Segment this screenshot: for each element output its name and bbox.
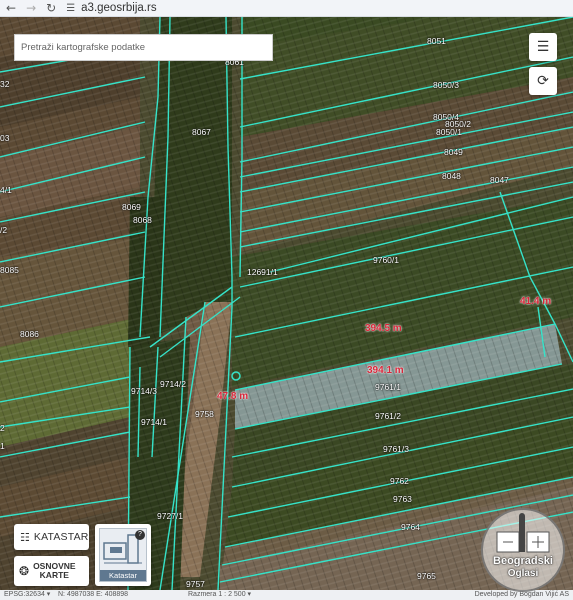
measurement-label: 394.5 m	[365, 323, 402, 334]
parcel-label: 9761/2	[375, 411, 401, 421]
satellite-imagery	[0, 17, 573, 590]
parcel-label: 8050/3	[433, 80, 459, 90]
parcel-label: 2	[0, 423, 5, 433]
map-icon: ☷	[20, 530, 30, 544]
parcel-label: 8068	[133, 215, 152, 225]
parcel-label: 8050/1	[436, 127, 462, 137]
parcel-label: 8049	[444, 147, 463, 157]
browser-toolbar: ← → ↻ ☰ a3.geosrbija.rs	[0, 0, 573, 17]
parcel-label: 9758	[195, 409, 214, 419]
measurement-label: 47.8 m	[217, 391, 249, 402]
back-icon[interactable]: ←	[6, 2, 16, 14]
watermark-line1: Beogradski	[493, 555, 553, 567]
osnovne-line1: OSNOVNE	[33, 560, 76, 571]
parcel-label: 9727/1	[157, 511, 183, 521]
rotate-icon: ⟳	[537, 73, 549, 89]
epsg-selector[interactable]: EPSG:32634 ▾	[4, 590, 50, 600]
site-settings-icon[interactable]: ☰	[66, 3, 75, 14]
scale-selector[interactable]: Razmera 1 : 2 500 ▾	[188, 590, 251, 600]
parcel-label: 32	[0, 79, 10, 89]
parcel-label: 8069	[122, 202, 141, 212]
parcel-label: 8048	[442, 171, 461, 181]
address-bar-url[interactable]: a3.geosrbija.rs	[81, 2, 156, 14]
measurement-label: 394.1 m	[367, 365, 404, 376]
watermark-logo: Beogradski Oglasi	[481, 508, 565, 592]
coordinates-readout: N: 4987038 E: 408898	[58, 591, 129, 598]
watermark-line2: Oglasi	[507, 568, 539, 579]
layer-caption: Katastar	[100, 570, 146, 581]
globe-icon: ❂	[19, 564, 30, 578]
help-icon[interactable]: ?	[135, 530, 145, 540]
parcel-label: 9757	[186, 579, 205, 589]
parcel-label: 9761/1	[375, 382, 401, 392]
parcel-label: 1	[0, 441, 5, 451]
parcel-label: 9714/3	[131, 386, 157, 396]
search-input[interactable]	[15, 35, 272, 60]
osnovne-line2: KARTE	[39, 570, 69, 580]
katastar-button[interactable]: ☷ KATASTAR	[14, 524, 89, 550]
measurement-label: 41.4 m	[520, 296, 552, 307]
parcel-label: 9760/1	[373, 255, 399, 265]
parcel-label: 8085	[0, 265, 19, 275]
menu-button[interactable]: ☰	[529, 33, 557, 61]
parcel-label: /2	[0, 225, 8, 235]
map-canvas[interactable]: 8051 8061 8050/3 8050/4 8050/2 8050/1 80…	[0, 17, 573, 590]
parcel-label: 9762	[390, 476, 409, 486]
parcel-label: 8067	[192, 127, 211, 137]
osnovne-karte-label: OSNOVNE KARTE	[33, 560, 76, 581]
parcel-label: 9714/1	[141, 417, 167, 427]
katastar-layer-thumbnail[interactable]: ? Katastar	[95, 524, 151, 586]
layer-preview: ? Katastar	[99, 528, 147, 582]
parcel-label: 9763	[393, 494, 412, 504]
menu-icon: ☰	[536, 39, 550, 55]
katastar-label: KATASTAR	[33, 531, 89, 543]
parcel-label: 03	[0, 133, 10, 143]
parcel-label: 9764	[401, 522, 420, 532]
forward-icon[interactable]: →	[26, 2, 36, 14]
map-search-box	[14, 34, 273, 61]
parcel-label: 9761/3	[383, 444, 409, 454]
parcel-label: 8047	[490, 175, 509, 185]
parcel-label: 9714/2	[160, 379, 186, 389]
osnovne-karte-button[interactable]: ❂ OSNOVNE KARTE	[14, 556, 89, 586]
status-bar: EPSG:32634 ▾ N: 4987038 E: 408898 Razmer…	[0, 590, 573, 600]
parcel-label: 8086	[20, 329, 39, 339]
parcel-label: 12691/1	[247, 267, 278, 277]
parcel-label: 8051	[427, 36, 446, 46]
parcel-label: 9765	[417, 571, 436, 581]
parcel-label: 4/1	[0, 185, 12, 195]
rotate-map-button[interactable]: ⟳	[529, 67, 557, 95]
reload-icon[interactable]: ↻	[46, 2, 56, 14]
